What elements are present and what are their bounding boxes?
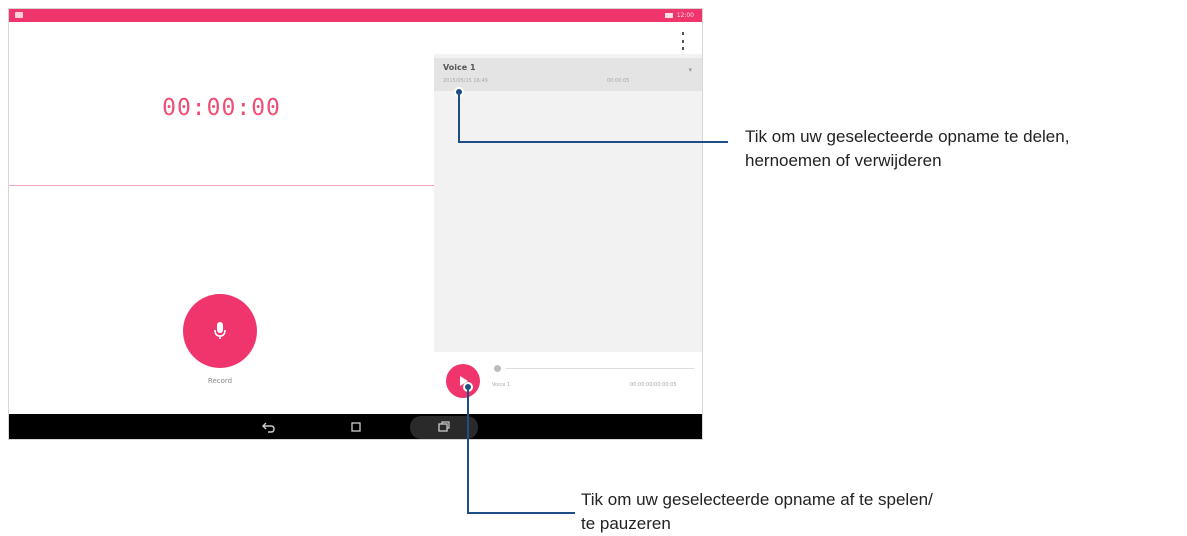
device-screen: 12:00 00:00:00 Record Voice 1 2015/05/15… — [8, 8, 703, 440]
recording-list-item[interactable]: Voice 1 2015/05/15 16:49 00:00:05 ▾ — [434, 58, 702, 91]
back-icon[interactable] — [257, 417, 281, 437]
recent-apps-icon[interactable] — [432, 417, 456, 437]
navigation-bar — [9, 414, 702, 439]
player-time: 00:00:00/00:00:05 — [630, 382, 677, 388]
callout-line-share-horizontal — [458, 141, 728, 143]
callout-play-text: Tik om uw geselecteerde opname af te spe… — [581, 488, 1021, 536]
home-icon[interactable] — [344, 417, 368, 437]
microphone-icon — [214, 322, 226, 339]
callout-line-play-vertical — [467, 390, 469, 513]
recordings-list: Voice 1 2015/05/15 16:49 00:00:05 ▾ Voic… — [434, 54, 702, 422]
seek-handle[interactable] — [494, 365, 501, 372]
status-bar: 12:00 — [9, 9, 702, 22]
callout-share-line1: Tik om uw geselecteerde opname te delen, — [745, 127, 1070, 146]
callout-share-text: Tik om uw geselecteerde opname te delen,… — [745, 125, 1185, 173]
waveform-baseline — [9, 185, 434, 186]
recording-title: Voice 1 — [443, 63, 476, 72]
status-time: 12:00 — [676, 12, 694, 19]
recording-timer: 00:00:00 — [162, 95, 281, 121]
record-label: Record — [207, 377, 233, 385]
callout-line-play-horizontal — [467, 512, 575, 514]
player-recording-name: Voice 1 — [492, 382, 511, 388]
record-button[interactable] — [183, 294, 257, 368]
seek-bar[interactable] — [506, 368, 694, 369]
recording-duration: 00:00:05 — [607, 78, 630, 84]
play-pause-button[interactable] — [446, 364, 480, 398]
callout-play-line2: te pauzeren — [581, 514, 671, 534]
notification-icon — [15, 12, 23, 18]
item-menu-icon[interactable]: ▾ — [688, 66, 692, 74]
callout-share-line2: hernoemen of verwijderen — [745, 151, 942, 171]
recording-date: 2015/05/15 16:49 — [443, 78, 488, 84]
status-indicators: 12:00 — [664, 12, 694, 19]
callout-play-line1: Tik om uw geselecteerde opname af te spe… — [581, 490, 933, 509]
callout-line-share-vertical — [458, 95, 460, 143]
player-bar: Voice 1 00:00:00/00:00:05 — [434, 352, 702, 422]
battery-icon — [664, 13, 673, 18]
overflow-menu-icon[interactable] — [680, 32, 686, 50]
